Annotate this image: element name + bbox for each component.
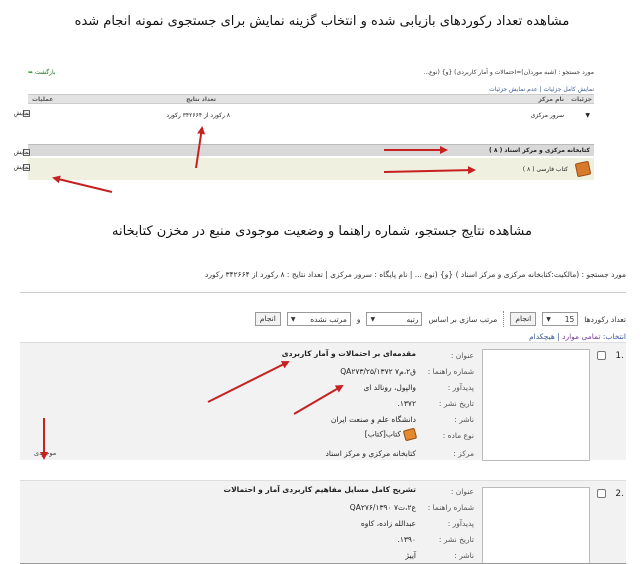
chevron-down-icon: ▼ bbox=[290, 315, 296, 323]
divider bbox=[503, 311, 505, 327]
back-arrow-icon: ➥ bbox=[28, 69, 34, 76]
sort-field-select[interactable]: رتبه ▼ bbox=[366, 312, 423, 326]
result-title-link[interactable]: تشریح کامل مسایل مفاهیم کاربردی آمار و ا… bbox=[224, 485, 416, 494]
publisher-value: آییژ bbox=[405, 551, 416, 560]
result-checkbox[interactable] bbox=[597, 489, 606, 498]
material-name: کتاب فارسی ( ۸ ) bbox=[522, 166, 568, 173]
result-checkbox[interactable] bbox=[597, 351, 606, 360]
select-all-link[interactable]: تمامی موارد bbox=[562, 332, 600, 341]
result-thumbnail bbox=[482, 487, 590, 564]
select-label: انتخاب: bbox=[602, 332, 626, 341]
header-result-count: تعداد نتایج bbox=[186, 96, 216, 103]
title-label: عنوان : bbox=[450, 487, 474, 496]
call-number-label: شماره راهنما : bbox=[427, 503, 474, 512]
material-row: کتاب فارسی ( ۸ ) نمایش bbox=[14, 158, 594, 180]
author-label: پدیدآور : bbox=[447, 383, 474, 392]
author-value: والپول، رونالد ای bbox=[363, 383, 416, 392]
search-info-line: مورد جستجو : (مالکیت:کتابخانه مرکزی و مر… bbox=[205, 270, 626, 279]
search-query: مورد جستجو : (شبه مورد(ن)=احتمالات و آما… bbox=[423, 69, 594, 76]
sort-label: مرتب سازی بر اساس bbox=[428, 314, 498, 324]
table-row: ▼ سرور مرکزی ۸ رکورد از ۳۴۲۶۶۴ رکورد نما… bbox=[13, 110, 590, 119]
call-number-value: QA۲۷۶/ع۲،ت۷ ۱۳۹۰ bbox=[349, 503, 416, 512]
sort-order-select[interactable]: مرتب نشده ▼ bbox=[286, 312, 351, 326]
row-center-name: سرور مرکزی bbox=[530, 112, 564, 119]
publisher-label: ناشر : bbox=[454, 551, 474, 560]
call-number-label: شماره راهنما : bbox=[427, 367, 474, 376]
library-group-row: کتابخانه مرکزی و مرکز اسناد ( ۸ ) نمایش bbox=[14, 144, 594, 156]
header-actions: عملیات bbox=[32, 96, 54, 103]
records-label: تعداد رکوردها bbox=[584, 314, 626, 324]
pub-date-label: تاریخ نشر : bbox=[438, 535, 474, 544]
result-thumbnail bbox=[482, 349, 590, 461]
back-link[interactable]: بازگشت ➥ bbox=[28, 69, 55, 76]
author-label: پدیدآور : bbox=[447, 519, 474, 528]
header-details: جزئیات bbox=[570, 96, 592, 103]
caption-top: مشاهده تعداد رکوردهای بازیابی شده و انتخ… bbox=[74, 14, 570, 29]
publisher-value: دانشگاه علم و صنعت ایران bbox=[330, 415, 416, 424]
search-results-screenshot: مورد جستجو : (مالکیت:کتابخانه مرکزی و مر… bbox=[20, 262, 626, 564]
expand-icon[interactable]: ▼ bbox=[585, 112, 590, 119]
records-per-page-select[interactable]: 15 ▼ bbox=[542, 312, 579, 326]
and-label: و bbox=[356, 314, 361, 324]
book-icon bbox=[574, 160, 592, 178]
header-center-name: نام مرکز bbox=[538, 96, 564, 103]
chevron-down-icon: ▼ bbox=[370, 315, 376, 323]
chevron-down-icon: ▼ bbox=[546, 315, 551, 323]
title-label: عنوان : bbox=[450, 351, 474, 360]
pub-date-value: ۱۳۷۲. bbox=[397, 399, 416, 408]
material-label: نوع ماده : bbox=[442, 431, 474, 440]
detail-links[interactable]: نمایش کامل جزئیات | عدم نمایش جزئیات bbox=[489, 86, 594, 93]
result-number: .1 bbox=[615, 351, 624, 361]
sort-apply-button[interactable]: انجام bbox=[254, 312, 281, 326]
result-item: .2 عنوان : تشریح کامل مسایل مفاهیم کاربر… bbox=[20, 480, 626, 564]
records-apply-button[interactable]: انجام bbox=[510, 312, 537, 326]
pub-date-label: تاریخ نشر : bbox=[438, 399, 474, 408]
top-bar: مورد جستجو : (شبه مورد(ن)=احتمالات و آما… bbox=[28, 66, 594, 78]
material-value: کتاب[کتاب] bbox=[365, 427, 418, 442]
center-label: مرکز : bbox=[453, 449, 474, 458]
selection-links: انتخاب: تمامی موارد | هیچکدام bbox=[528, 332, 626, 341]
book-icon bbox=[402, 427, 418, 442]
author-value: عبدالله زاده، کاوه bbox=[360, 519, 416, 528]
divider bbox=[20, 292, 626, 293]
row-result-count: ۸ رکورد از ۳۴۲۶۶۴ رکورد bbox=[166, 112, 230, 119]
result-title-link[interactable]: مقدمه‌ای بر احتمالات و آمار کاربردی bbox=[282, 349, 416, 358]
call-number-value: QA۲۷۳/۲۵/ق۲،م۷ ۱۳۷۲ bbox=[340, 367, 416, 376]
result-number: .2 bbox=[615, 489, 624, 499]
result-item: .1 عنوان : مقدمه‌ای بر احتمالات و آمار ک… bbox=[20, 342, 626, 461]
caption-middle: مشاهده نتایج جستجو، شماره راهنما و وضعیت… bbox=[112, 224, 532, 239]
pub-date-value: ۱۳۹۰. bbox=[397, 535, 416, 544]
availability-link[interactable]: موجودی bbox=[34, 449, 56, 457]
search-summary-screenshot: مورد جستجو : (شبه مورد(ن)=احتمالات و آما… bbox=[13, 66, 594, 190]
publisher-label: ناشر : bbox=[454, 415, 474, 424]
table-header: جزئیات نام مرکز تعداد نتایج عملیات bbox=[28, 94, 594, 104]
select-none-link[interactable]: هیچکدام bbox=[529, 332, 555, 341]
center-value: کتابخانه مرکزی و مرکز اسناد bbox=[325, 449, 416, 458]
results-controls: تعداد رکوردها 15 ▼ انجام مرتب سازی بر اسا… bbox=[254, 310, 626, 328]
library-group-title: کتابخانه مرکزی و مرکز اسناد ( ۸ ) bbox=[488, 147, 590, 154]
